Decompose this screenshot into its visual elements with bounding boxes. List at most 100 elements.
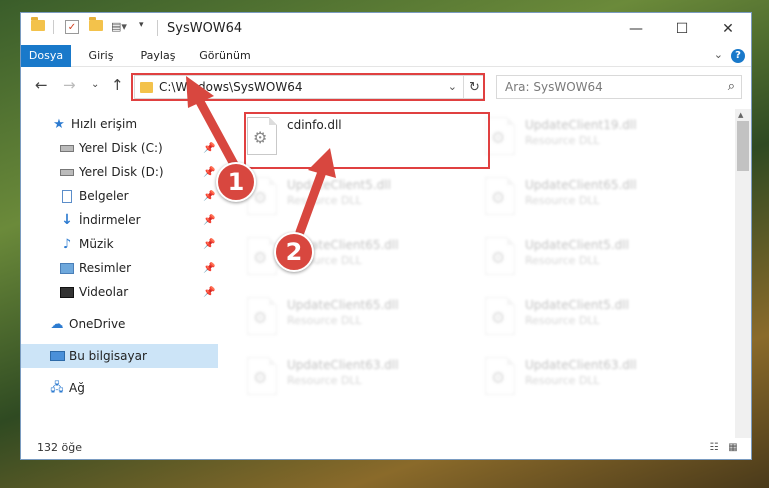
tab-file[interactable]: Dosya [21,45,71,67]
star-icon: ★ [53,116,65,132]
search-placeholder: Ara: SysWOW64 [505,80,603,94]
quick-access-dropdown-icon[interactable]: ▾ [139,20,144,30]
sidebar-item-local-disk-d[interactable]: Yerel Disk (D:) 📌 [21,160,218,184]
file-item[interactable]: ⚙ UpdateClient5.dll Resource DLL [239,172,469,228]
scroll-thumb[interactable] [737,121,749,171]
help-icon[interactable]: ? [731,49,745,63]
file-item[interactable]: ⚙ UpdateClient5.dll Resource DLL [477,292,707,348]
large-icons-view-icon[interactable]: ▦ [726,442,740,454]
window-title: SysWOW64 [167,21,243,36]
sidebar-item-pictures[interactable]: Resimler 📌 [21,256,218,280]
sidebar-item-documents[interactable]: Belgeler 📌 [21,184,218,208]
forward-icon[interactable]: → [63,76,76,94]
video-icon [59,285,75,299]
file-item[interactable]: ⚙ UpdateClient63.dll Resource DLL [477,352,707,408]
file-type: Resource DLL [525,314,600,327]
new-folder-icon[interactable] [89,17,103,31]
pin-icon[interactable]: 📌 [203,143,215,154]
sidebar-label: Bu bilgisayar [69,349,147,363]
sidebar-item-local-disk-c[interactable]: Yerel Disk (C:) 📌 [21,136,218,160]
file-name: UpdateClient5.dll [287,178,391,192]
file-item[interactable]: ⚙ UpdateClient5.dll Resource DLL [477,232,707,288]
callout-badge-two: 2 [274,232,314,272]
pin-icon[interactable]: 📌 [203,215,215,226]
sidebar-item-videos[interactable]: Videolar 📌 [21,280,218,304]
vertical-scrollbar[interactable]: ▲ [735,109,751,438]
pin-icon[interactable]: 📌 [203,239,215,250]
navigation-pane: ★ Hızlı erişim Yerel Disk (C:) 📌 Yerel D… [21,108,218,438]
ribbon-expand-icon[interactable]: ⌄ [714,48,723,61]
recent-locations-icon[interactable]: ⌄ [91,79,99,90]
sidebar-label: Resimler [79,261,132,275]
file-name: UpdateClient65.dll [287,298,399,312]
file-type: Resource DLL [525,134,600,147]
file-name: UpdateClient5.dll [525,238,629,252]
sidebar-label: Hızlı erişim [71,117,138,131]
folder-icon [31,17,45,31]
dll-file-icon: ⚙ [485,177,515,215]
file-name: UpdateClient5.dll [525,298,629,312]
tab-view[interactable]: Görünüm [195,45,255,67]
file-item[interactable]: ⚙ UpdateClient65.dll Resource DLL [477,172,707,228]
file-name: UpdateClient65.dll [525,178,637,192]
sidebar-label: Belgeler [79,189,129,203]
back-icon[interactable]: ← [35,76,48,94]
item-count: 132 öğe [37,441,82,454]
cloud-icon: ☁ [50,316,64,332]
file-type: Resource DLL [287,314,362,327]
sidebar-label: Yerel Disk (D:) [79,165,164,179]
address-row: ← → ⌄ ↑ C:\Windows\SysWOW64 ⌄ ↻ Ara: Sys… [21,68,751,102]
dll-file-icon: ⚙ [247,237,277,275]
properties-icon[interactable]: ✓ [65,20,79,34]
pin-icon[interactable]: 📌 [203,263,215,274]
scroll-up-icon[interactable]: ▲ [738,111,743,119]
file-item[interactable]: ⚙ UpdateClient65.dll Resource DLL [239,292,469,348]
drive-icon [59,165,75,179]
pin-icon[interactable]: 📌 [203,287,215,298]
minimize-button[interactable]: — [613,13,659,45]
sidebar-label: Videolar [79,285,129,299]
file-type: Resource DLL [525,374,600,387]
network-icon: 🖧 [50,379,64,394]
status-bar: 132 öğe ☷ ▦ [21,438,751,459]
explorer-window: ✓ ▤▾ ▾ SysWOW64 — ☐ ✕ Dosya Giriş Paylaş… [20,12,752,460]
customize-icon[interactable]: ▤▾ [109,20,129,33]
pictures-icon [59,261,75,275]
maximize-button[interactable]: ☐ [659,13,705,45]
dll-file-icon: ⚙ [485,237,515,275]
sidebar-item-onedrive[interactable]: ☁ OneDrive [21,312,218,336]
sidebar-item-music[interactable]: ♪ Müzik 📌 [21,232,218,256]
sidebar-label: İndirmeler [79,213,141,227]
file-type: Resource DLL [287,194,362,207]
search-input[interactable]: Ara: SysWOW64 ⌕ [496,75,742,99]
pin-icon[interactable]: 📌 [203,167,215,178]
pin-icon[interactable]: 📌 [203,191,215,202]
file-item[interactable]: ⚙ UpdateClient65.dll Resource DLL [239,232,469,288]
sidebar-item-this-pc[interactable]: Bu bilgisayar [21,344,218,368]
up-icon[interactable]: ↑ [111,76,124,94]
file-type: Resource DLL [525,194,600,207]
drive-icon [59,141,75,155]
sidebar-item-downloads[interactable]: ↓ İndirmeler 📌 [21,208,218,232]
title-bar: ✓ ▤▾ ▾ SysWOW64 — ☐ ✕ [21,13,751,45]
file-type: Resource DLL [287,374,362,387]
sidebar-label: Ağ [69,381,85,395]
tab-share[interactable]: Paylaş [133,45,183,67]
details-view-icon[interactable]: ☷ [707,442,721,454]
sidebar-item-quick-access[interactable]: ★ Hızlı erişim [21,112,218,136]
close-button[interactable]: ✕ [705,13,751,45]
sidebar-label: OneDrive [69,317,126,331]
music-icon: ♪ [62,236,72,252]
dll-file-icon: ⚙ [247,297,277,335]
search-icon[interactable]: ⌕ [728,79,735,94]
title-divider [157,20,158,36]
file-item[interactable]: ⚙ UpdateClient63.dll Resource DLL [239,352,469,408]
sidebar-item-network[interactable]: 🖧 Ağ [21,376,218,400]
file-item[interactable]: ⚙ UpdateClient19.dll Resource DLL [477,112,707,168]
file-highlight-box [244,112,490,169]
file-name: UpdateClient63.dll [525,358,637,372]
file-name: UpdateClient19.dll [525,118,637,132]
tab-home[interactable]: Giriş [81,45,121,67]
document-icon [59,189,75,203]
dll-file-icon: ⚙ [247,357,277,395]
